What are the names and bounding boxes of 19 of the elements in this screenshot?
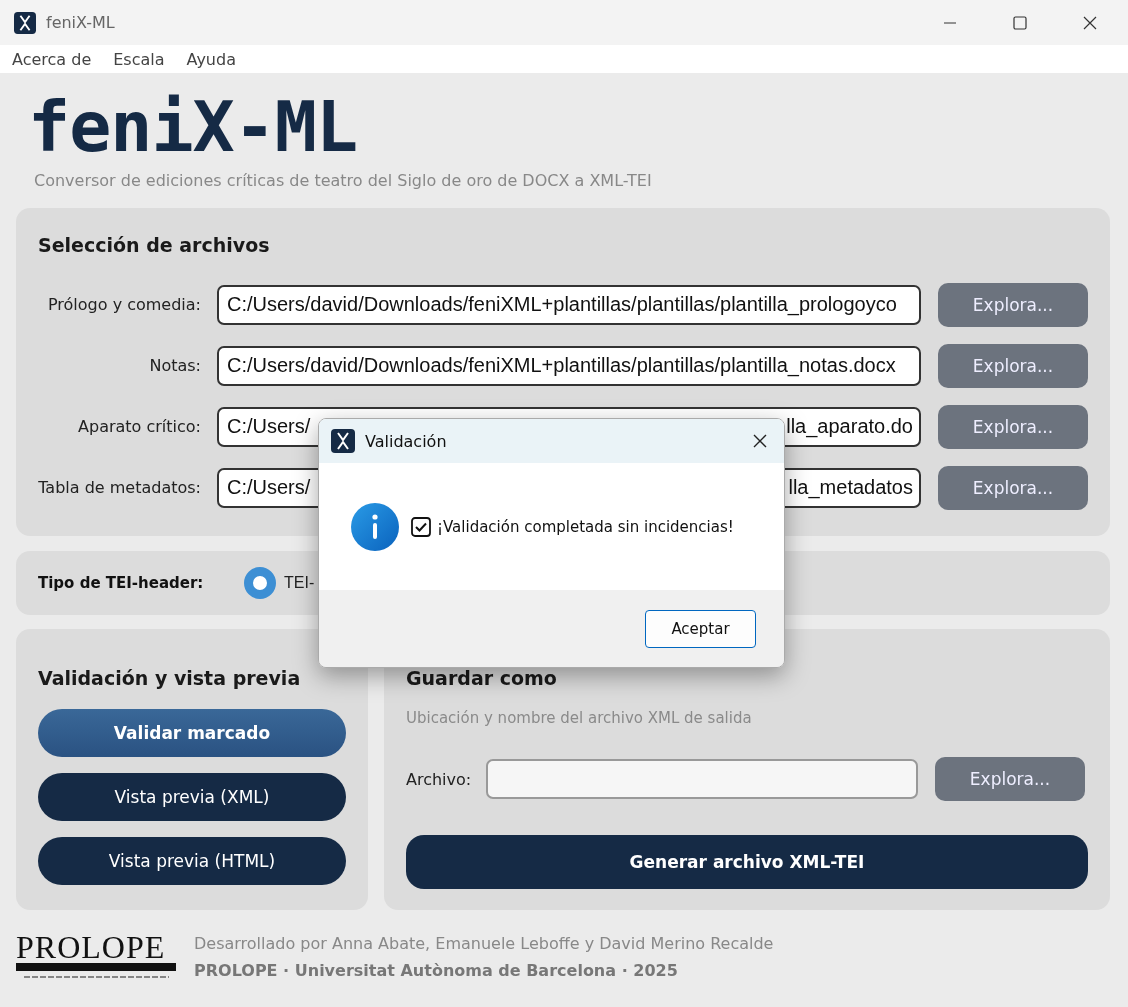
window-title: feniX-ML xyxy=(46,13,115,32)
prolope-logo: PROLOPE xyxy=(16,932,166,962)
app-subtitle: Conversor de ediciones críticas de teatro del Siglo de oro de DOCX a XML-TEI xyxy=(34,171,653,190)
field-label: Aparato crítico: xyxy=(77,417,201,436)
tei-header-label: Tipo de TEI-header: xyxy=(38,574,205,592)
credits-text: Desarrollado por Anna Abate, Emanuele Leboffe y David Merino Recalde xyxy=(194,934,774,953)
panel-title: Validación y vista previa xyxy=(38,667,302,689)
field-label: Archivo: xyxy=(406,769,473,789)
dialog-message: ¡Validación completada sin incidencias! xyxy=(437,517,734,536)
panel-title: Guardar como xyxy=(406,667,558,689)
panel-hint: Ubicación y nombre del archivo XML de salida xyxy=(406,709,753,727)
institution-text: PROLOPE · Universitat Autònoma de Barcelona · 2025 xyxy=(194,961,679,980)
field-label: Notas: xyxy=(148,356,201,375)
radio-label: TEI- xyxy=(284,574,315,592)
dialog-title: Validación xyxy=(365,431,447,451)
panel-title: Selección de archivos xyxy=(38,234,271,256)
field-label: Tabla de metadatos: xyxy=(38,478,201,497)
app-logo: feniX-ML xyxy=(28,89,359,165)
field-label: Prólogo y comedia: xyxy=(47,295,201,314)
